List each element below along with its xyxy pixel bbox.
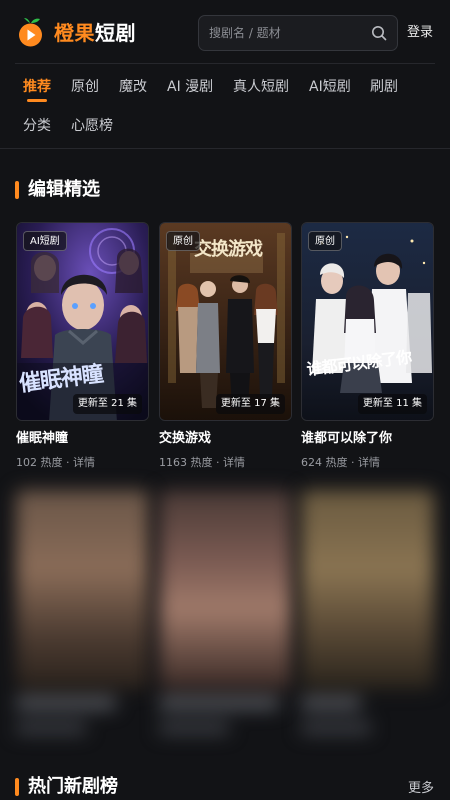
section-editor-picks-header: 编辑精选	[15, 177, 215, 203]
drama-poster[interactable]: 催眠神瞳 AI短剧 更新至 21 集	[16, 222, 149, 421]
search-input[interactable]: 搜剧名 / 题材	[198, 15, 398, 51]
drama-title[interactable]: 催眠神瞳	[16, 430, 68, 448]
tab-recommend[interactable]: 推荐	[23, 77, 51, 97]
drama-poster[interactable]: 谁都可以除了你 原创 更新至 11 集	[301, 222, 434, 421]
tab-ai-comic[interactable]: AI 漫剧	[167, 77, 213, 97]
genre-badge: AI短剧	[23, 231, 67, 251]
drama-title[interactable]: 交换游戏	[159, 430, 211, 448]
section-title: 编辑精选	[28, 179, 100, 200]
episode-count-badge: 更新至 17 集	[215, 394, 285, 414]
genre-badge: 原创	[166, 231, 200, 251]
section-accent-bar	[15, 181, 19, 199]
blurred-title	[16, 697, 116, 709]
blurred-poster	[16, 490, 149, 689]
top-header: 橙果短剧 搜剧名 / 题材 登录	[0, 0, 450, 64]
tab-categories[interactable]: 分类	[23, 116, 51, 136]
drama-meta: 1163 热度 · 详情	[159, 456, 245, 469]
poster-title-art: 交换游戏	[194, 239, 263, 260]
nav-divider	[0, 148, 450, 149]
section-accent-bar	[15, 778, 19, 796]
section-hot-ranking-header: 热门新剧榜	[15, 774, 215, 800]
blurred-meta	[301, 722, 371, 734]
tab-live-action[interactable]: 真人短剧	[233, 77, 289, 97]
episode-count-badge: 更新至 11 集	[357, 394, 427, 414]
orange-logo-icon[interactable]	[17, 17, 44, 47]
blurred-meta	[16, 722, 86, 734]
drama-meta: 624 热度 · 详情	[301, 456, 380, 469]
episode-count-badge: 更新至 21 集	[72, 394, 142, 414]
tab-binge[interactable]: 刷剧	[370, 77, 398, 97]
section-title: 热门新剧榜	[28, 776, 118, 797]
drama-poster[interactable]: 交换游戏 原创 更新至 17 集	[159, 222, 292, 421]
blurred-title	[301, 697, 361, 709]
brand-name[interactable]: 橙果短剧	[54, 19, 136, 47]
more-button[interactable]: 更多	[408, 780, 434, 798]
active-tab-indicator	[27, 99, 47, 102]
blurred-meta	[159, 722, 229, 734]
tab-original[interactable]: 原创	[71, 77, 99, 97]
brand-part-1: 橙果	[54, 21, 95, 45]
genre-badge: 原创	[308, 231, 342, 251]
brand-part-2: 短剧	[95, 21, 136, 45]
tab-ai-short[interactable]: AI短剧	[309, 77, 351, 97]
blurred-title	[159, 697, 279, 709]
search-icon[interactable]	[371, 25, 387, 41]
poster-artwork	[302, 223, 433, 420]
blurred-poster	[301, 490, 434, 689]
category-tabs: 推荐 原创 魔改 AI 漫剧 真人短剧 AI短剧 刷剧 分类 心愿榜	[0, 64, 450, 150]
tab-remix[interactable]: 魔改	[119, 77, 147, 97]
search-placeholder: 搜剧名 / 题材	[209, 26, 281, 40]
tab-wishlist[interactable]: 心愿榜	[71, 116, 113, 136]
login-button[interactable]: 登录	[407, 23, 433, 43]
drama-meta: 102 热度 · 详情	[16, 456, 95, 469]
blurred-poster	[159, 490, 292, 689]
drama-title[interactable]: 谁都可以除了你	[301, 430, 392, 448]
